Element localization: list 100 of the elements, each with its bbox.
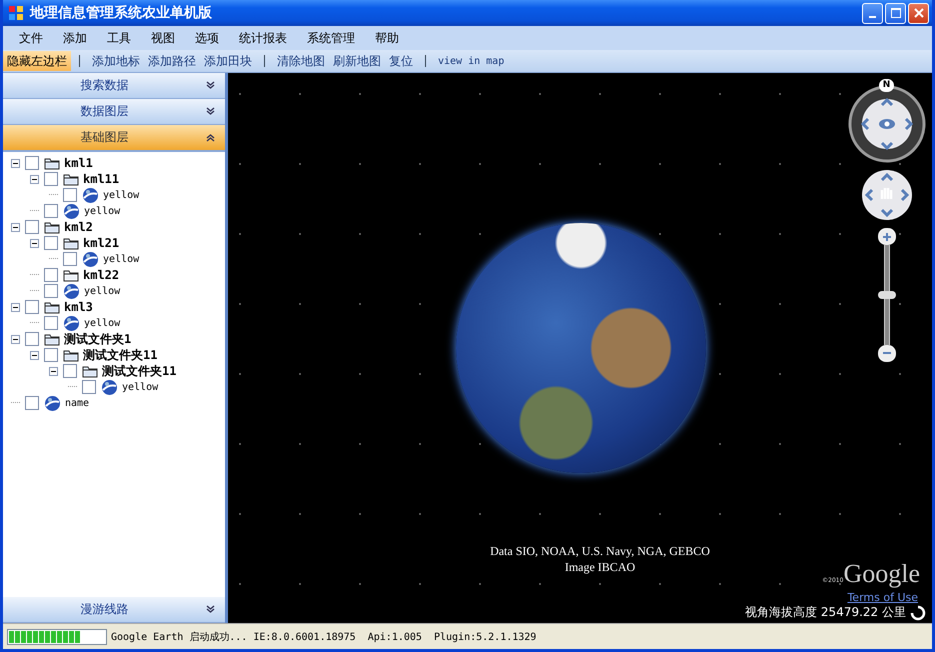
checkbox[interactable] (63, 252, 77, 266)
folder-icon (44, 300, 60, 314)
checkbox[interactable] (44, 348, 58, 362)
checkbox[interactable] (25, 396, 39, 410)
tree-item-label[interactable]: kml1 (64, 156, 93, 170)
toolbar-button[interactable]: 隐藏左边栏 (3, 51, 71, 71)
altitude-text: 视角海拔高度 25479.22 公里 (745, 604, 906, 621)
tree-item-label[interactable]: 测试文件夹1 (64, 330, 132, 348)
tree-item-label[interactable]: yellow (84, 206, 120, 216)
globe-icon (44, 394, 61, 412)
chevron-icon (206, 133, 215, 142)
checkbox[interactable] (44, 284, 58, 298)
pan-control-icon[interactable] (861, 169, 913, 221)
close-button[interactable] (908, 2, 929, 24)
checkbox[interactable] (25, 332, 39, 346)
checkbox[interactable] (44, 316, 58, 330)
collapse-icon[interactable] (11, 158, 20, 168)
toolbar-button[interactable]: 刷新地图 (329, 51, 385, 71)
toolbar-button[interactable]: 添加田块 (200, 51, 256, 71)
attribution-text: Image IBCAO (564, 559, 636, 575)
toolbar-button[interactable]: 添加地标 (88, 51, 144, 71)
minimize-icon (869, 16, 876, 18)
collapse-icon[interactable] (11, 302, 20, 312)
checkbox[interactable] (63, 364, 77, 378)
checkbox[interactable] (44, 172, 58, 186)
tree-item-label[interactable]: name (65, 398, 90, 408)
collapse-icon[interactable] (30, 350, 39, 360)
tree-item-label[interactable]: 测试文件夹11 (102, 362, 176, 380)
globe-icon (63, 202, 80, 220)
chevron-icon (206, 107, 215, 116)
checkbox[interactable] (44, 204, 58, 218)
panel-header[interactable]: 漫游线路 (3, 597, 225, 623)
collapse-icon[interactable] (11, 334, 20, 344)
checkbox[interactable] (25, 220, 39, 234)
tree-item-label[interactable]: kml3 (64, 300, 93, 314)
folder-icon (63, 172, 79, 186)
menu-item[interactable]: 添加 (53, 30, 97, 46)
checkbox[interactable] (44, 236, 58, 250)
menu-item[interactable]: 系统管理 (297, 30, 365, 46)
menu-item[interactable]: 视图 (141, 30, 185, 46)
checkbox[interactable] (63, 188, 77, 202)
menu-item[interactable]: 统计报表 (229, 30, 297, 46)
collapse-icon[interactable] (30, 238, 39, 248)
maximize-icon (890, 8, 900, 18)
tree-item-label[interactable]: kml2 (64, 220, 93, 234)
menu-item[interactable]: 帮助 (365, 30, 409, 46)
globe-icon (63, 314, 80, 332)
globe-icon (82, 186, 99, 204)
tree-item-label[interactable]: kml22 (83, 268, 120, 282)
app-icon (8, 5, 24, 21)
toolbar-button[interactable]: view in map (434, 51, 508, 71)
logo-text: Google (843, 559, 920, 589)
folder-icon (63, 236, 79, 250)
tree-item-label[interactable]: yellow (103, 254, 140, 264)
tree-item-label[interactable]: yellow (84, 286, 120, 296)
collapse-icon[interactable] (49, 366, 58, 376)
folder-icon (63, 348, 79, 362)
window-title: 地理信息管理系统农业单机版 (30, 4, 212, 22)
zoom-thumb[interactable] (878, 291, 896, 299)
chevron-icon (206, 81, 215, 90)
chevron-icon (206, 605, 215, 614)
globe-icon (82, 250, 99, 268)
folder-icon (63, 268, 79, 282)
toolbar-button[interactable]: 复位 (385, 51, 417, 71)
attribution-text: Data SIO, NOAA, U.S. Navy, NGA, GEBCO (489, 543, 711, 559)
collapse-icon[interactable] (30, 174, 39, 184)
globe-icon (63, 282, 80, 300)
zoom-in-icon[interactable] (877, 227, 897, 245)
checkbox[interactable] (44, 268, 58, 282)
north-label: N (879, 79, 894, 92)
menu-item[interactable]: 工具 (97, 30, 141, 46)
panel-header[interactable]: 基础图层 (3, 125, 225, 151)
tree-item-label[interactable]: kml21 (83, 236, 120, 250)
checkbox[interactable] (25, 300, 39, 314)
terms-link[interactable]: Terms of Use (847, 591, 918, 604)
menu-item[interactable]: 文件 (9, 30, 53, 46)
folder-icon (82, 364, 98, 378)
folder-icon (44, 332, 60, 346)
folder-icon (44, 220, 60, 234)
close-icon (914, 8, 924, 18)
folder-icon (44, 156, 60, 170)
menu-item[interactable]: 选项 (185, 30, 229, 46)
tree-item-label[interactable]: yellow (103, 190, 140, 200)
minimize-button[interactable] (862, 2, 883, 24)
maximize-button[interactable] (885, 2, 906, 24)
tree-item-label[interactable]: yellow (122, 382, 158, 392)
panel-header[interactable]: 数据图层 (3, 99, 225, 125)
checkbox[interactable] (25, 156, 39, 170)
collapse-icon[interactable] (11, 222, 20, 232)
toolbar-button[interactable]: 添加路径 (144, 51, 200, 71)
zoom-out-icon[interactable] (877, 345, 897, 363)
status-message: Google Earth 启动成功... IE:8.0.6001.18975 Api:1.005 Plugin:5.2.1.1329 (111, 630, 536, 644)
toolbar-button[interactable]: 清除地图 (273, 51, 329, 71)
loading-spinner-icon (910, 604, 926, 620)
checkbox[interactable] (82, 380, 96, 394)
tree-item-label[interactable]: 测试文件夹11 (83, 346, 158, 364)
globe-icon (101, 378, 118, 396)
panel-header[interactable]: 搜索数据 (3, 73, 225, 99)
tree-item-label[interactable]: kml11 (83, 172, 120, 186)
tree-item-label[interactable]: yellow (84, 318, 120, 328)
